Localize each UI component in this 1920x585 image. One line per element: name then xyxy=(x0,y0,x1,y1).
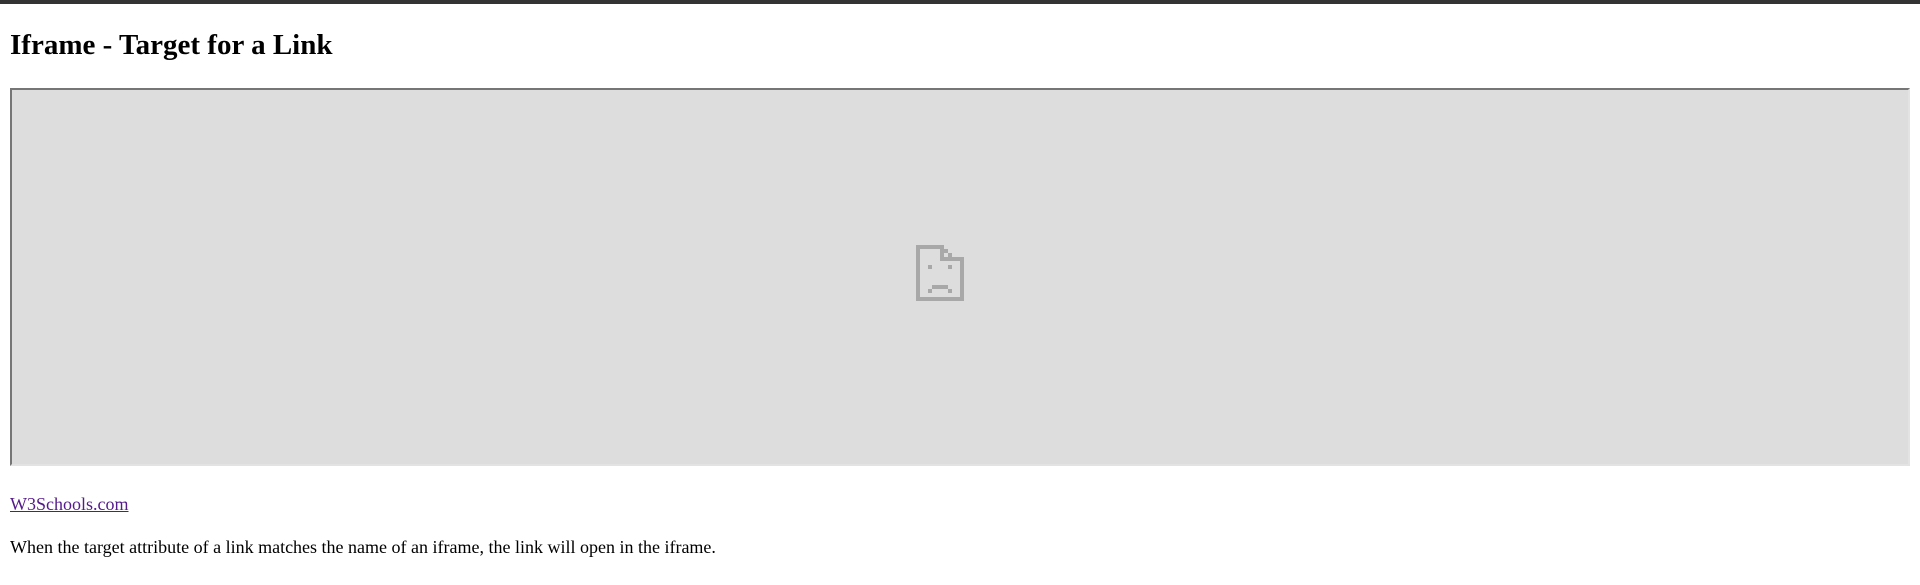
broken-page-icon xyxy=(916,245,964,301)
iframe-target[interactable] xyxy=(10,88,1910,466)
description-text: When the target attribute of a link matc… xyxy=(10,537,716,557)
w3schools-link[interactable]: W3Schools.com xyxy=(10,492,129,516)
top-border-bar xyxy=(0,0,1920,4)
page-title: Iframe - Target for a Link xyxy=(10,29,333,61)
